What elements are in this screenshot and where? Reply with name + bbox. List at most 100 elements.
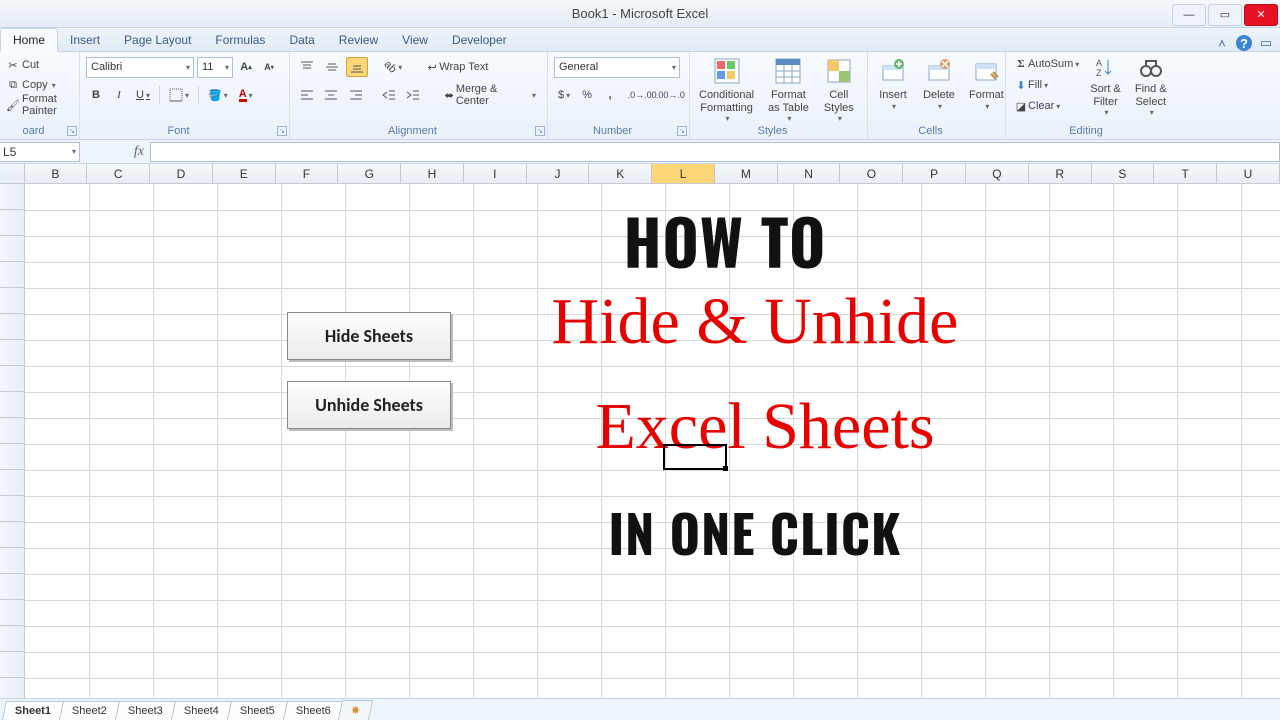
decrease-font-icon[interactable]: A▾ <box>259 57 279 77</box>
active-cell[interactable] <box>663 444 727 470</box>
cell-styles-button[interactable]: CellStyles <box>816 52 862 134</box>
font-name-combo[interactable]: Calibri <box>86 57 194 78</box>
fx-icon[interactable]: fx <box>80 144 150 160</box>
format-cells-button[interactable]: Format <box>962 52 1011 134</box>
fill-button[interactable]: ⬇Fill <box>1010 75 1083 95</box>
autosum-button[interactable]: ΣAutoSum <box>1010 54 1083 74</box>
col-header-H[interactable]: H <box>401 164 464 183</box>
brush-icon: 🖌 <box>6 98 20 112</box>
conditional-formatting-button[interactable]: ConditionalFormatting <box>692 52 761 134</box>
col-header-U[interactable]: U <box>1217 164 1280 183</box>
ribbon-tabs: Home Insert Page Layout Formulas Data Re… <box>0 28 1280 52</box>
unhide-sheets-button[interactable]: Unhide Sheets <box>287 381 451 429</box>
merge-icon: ⬌ <box>442 88 455 102</box>
sheet-tab[interactable]: Sheet4 <box>171 701 232 720</box>
increase-font-icon[interactable]: A▴ <box>236 57 256 77</box>
sheet-tab-bar: Sheet1 Sheet2 Sheet3 Sheet4 Sheet5 Sheet… <box>0 698 1280 720</box>
col-header-T[interactable]: T <box>1154 164 1217 183</box>
col-header-L[interactable]: L <box>652 164 715 183</box>
col-header-S[interactable]: S <box>1092 164 1155 183</box>
find-select-button[interactable]: Find &Select <box>1128 52 1174 124</box>
col-header-B[interactable]: B <box>25 164 88 183</box>
tab-insert[interactable]: Insert <box>58 29 112 51</box>
formula-input[interactable] <box>150 142 1280 162</box>
wrap-icon: ↩ <box>425 60 439 74</box>
wrap-text-button[interactable]: ↩Wrap Text <box>420 57 493 77</box>
col-header-O[interactable]: O <box>840 164 903 183</box>
comma-button[interactable]: , <box>600 85 620 105</box>
sheet-tab[interactable]: Sheet1 <box>2 701 64 720</box>
tab-data[interactable]: Data <box>277 29 326 51</box>
col-header-D[interactable]: D <box>150 164 213 183</box>
group-label: Number <box>548 125 677 137</box>
align-bottom-icon[interactable] <box>346 57 368 77</box>
orientation-button[interactable]: ab <box>380 57 406 77</box>
merge-center-button[interactable]: ⬌Merge & Center <box>437 85 541 105</box>
sheet-tab[interactable]: Sheet3 <box>115 701 176 720</box>
currency-button[interactable]: $ <box>554 85 574 105</box>
number-dialog-icon[interactable]: ↘ <box>677 126 687 136</box>
number-format-combo[interactable]: General <box>554 57 680 78</box>
alignment-dialog-icon[interactable]: ↘ <box>535 126 545 136</box>
align-right-icon[interactable] <box>345 85 366 105</box>
close-button[interactable]: ✕ <box>1244 4 1278 26</box>
help-icon[interactable]: ? <box>1236 35 1252 51</box>
col-header-R[interactable]: R <box>1029 164 1092 183</box>
tab-formulas[interactable]: Formulas <box>203 29 277 51</box>
sheet-tab[interactable]: Sheet2 <box>59 701 120 720</box>
restore-button[interactable]: ▭ <box>1208 4 1242 26</box>
col-header-K[interactable]: K <box>589 164 652 183</box>
col-header-M[interactable]: M <box>715 164 778 183</box>
col-header-I[interactable]: I <box>464 164 527 183</box>
select-all-corner[interactable] <box>0 164 25 183</box>
copy-button[interactable]: ⧉Copy <box>6 75 73 95</box>
name-box[interactable]: L5 <box>0 142 80 162</box>
insert-cells-button[interactable]: Insert <box>870 52 916 134</box>
font-dialog-icon[interactable]: ↘ <box>277 126 287 136</box>
underline-button[interactable]: U <box>132 85 154 105</box>
tab-page-layout[interactable]: Page Layout <box>112 29 203 51</box>
font-color-button[interactable]: A <box>235 85 257 105</box>
decrease-indent-icon[interactable] <box>378 85 399 105</box>
col-header-F[interactable]: F <box>276 164 339 183</box>
align-middle-icon[interactable] <box>321 57 343 77</box>
col-header-J[interactable]: J <box>527 164 590 183</box>
format-painter-button[interactable]: 🖌Format Painter <box>6 95 73 115</box>
hide-sheets-button[interactable]: Hide Sheets <box>287 312 451 360</box>
sort-filter-button[interactable]: AZ Sort &Filter <box>1083 52 1128 124</box>
col-header-Q[interactable]: Q <box>966 164 1029 183</box>
increase-decimal-icon[interactable]: .0→.00 <box>630 85 655 105</box>
minimize-ribbon-icon[interactable]: ˄ <box>1214 35 1230 51</box>
sheet-tab[interactable]: Sheet5 <box>227 701 288 720</box>
tab-developer[interactable]: Developer <box>440 29 519 51</box>
col-header-G[interactable]: G <box>338 164 401 183</box>
align-top-icon[interactable] <box>296 57 318 77</box>
borders-button[interactable] <box>165 85 193 105</box>
font-size-combo[interactable]: 11 <box>197 57 233 78</box>
percent-button[interactable]: % <box>577 85 597 105</box>
sheet-tab[interactable]: Sheet6 <box>283 701 344 720</box>
bold-button[interactable]: B <box>86 85 106 105</box>
delete-cells-button[interactable]: Delete <box>916 52 962 134</box>
new-sheet-button[interactable]: ✸ <box>338 700 373 720</box>
align-center-icon[interactable] <box>320 85 341 105</box>
italic-button[interactable]: I <box>109 85 129 105</box>
clipboard-dialog-icon[interactable]: ↘ <box>67 126 77 136</box>
col-header-P[interactable]: P <box>903 164 966 183</box>
fill-color-button[interactable]: 🪣 <box>204 85 232 105</box>
clear-button[interactable]: ◪Clear <box>1010 96 1083 116</box>
tab-review[interactable]: Review <box>327 29 390 51</box>
align-left-icon[interactable] <box>296 85 317 105</box>
cut-button[interactable]: ✂Cut <box>6 55 73 75</box>
minimize-button[interactable]: — <box>1172 4 1206 26</box>
increase-indent-icon[interactable] <box>402 85 423 105</box>
tab-home[interactable]: Home <box>0 28 58 52</box>
cell-styles-icon <box>823 55 855 87</box>
col-header-E[interactable]: E <box>213 164 276 183</box>
col-header-N[interactable]: N <box>778 164 841 183</box>
window-options-icon[interactable]: ▭ <box>1258 35 1274 51</box>
tab-view[interactable]: View <box>390 29 440 51</box>
decrease-decimal-icon[interactable]: .00→.0 <box>658 85 683 105</box>
col-header-C[interactable]: C <box>87 164 150 183</box>
format-as-table-button[interactable]: Formatas Table <box>761 52 816 134</box>
